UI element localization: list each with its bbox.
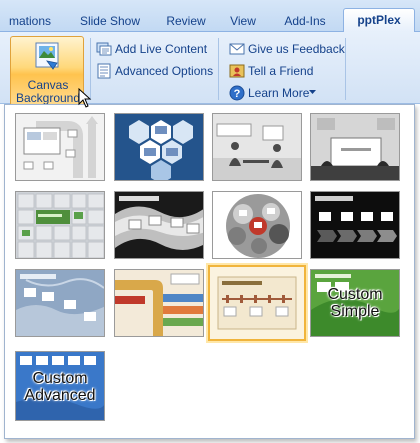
gallery-item-gray-circles[interactable]: [212, 191, 302, 259]
svg-text:?: ?: [234, 88, 241, 100]
custom-advanced-label-2: Advanced: [24, 387, 96, 404]
mouse-cursor-icon: [78, 88, 92, 108]
tab-view[interactable]: View: [222, 10, 264, 32]
gallery-item-blue-hexagons[interactable]: [114, 113, 204, 181]
chevron-down-icon: [309, 90, 316, 94]
group-separator: [345, 38, 346, 100]
tab-slide-show[interactable]: Slide Show: [70, 10, 150, 32]
add-live-content-button[interactable]: Add Live Content: [96, 40, 212, 58]
canvas-background-icon: [35, 42, 59, 70]
help-icon: ?: [229, 85, 245, 101]
tab-pptplex[interactable]: pptPlex: [343, 8, 415, 33]
canvas-background-button[interactable]: Canvas Background: [10, 36, 84, 106]
custom-advanced-label-1: Custom: [32, 370, 88, 387]
ribbon-tab-strip: mations Slide Show Review View Add-Ins p…: [0, 0, 420, 33]
tell-friend-button[interactable]: Tell a Friend: [229, 62, 329, 80]
gallery-item-black-arrows[interactable]: [310, 191, 400, 259]
gallery-item-ribbons[interactable]: [114, 269, 204, 337]
gallery-item-custom-advanced[interactable]: Custom Advanced: [15, 351, 105, 421]
custom-simple-label-2: Simple: [330, 303, 380, 320]
gallery-item-meeting-silhouettes[interactable]: [212, 113, 302, 181]
tab-animations[interactable]: mations: [0, 10, 60, 32]
advanced-options-button[interactable]: Advanced Options: [96, 62, 216, 80]
gallery-item-presentation-screen[interactable]: [310, 113, 400, 181]
tell-friend-icon: [229, 64, 245, 78]
custom-simple-label-1: Custom: [327, 286, 383, 303]
gallery-item-tile-grid[interactable]: [15, 191, 105, 259]
gallery-item-blue-map[interactable]: [15, 269, 105, 337]
learn-more-button[interactable]: ? Learn More: [229, 84, 329, 102]
learn-more-label: Learn More: [248, 86, 310, 100]
feedback-icon: [229, 43, 245, 55]
add-live-content-label: Add Live Content: [115, 42, 208, 56]
tell-friend-label: Tell a Friend: [248, 64, 314, 78]
gallery-item-gray-waves[interactable]: [114, 191, 204, 259]
gallery-item-flow-arrows[interactable]: [15, 113, 105, 181]
gallery-item-custom-simple[interactable]: Custom Simple: [310, 269, 400, 337]
give-feedback-label: Give us Feedback: [248, 42, 345, 56]
live-content-icon: [96, 42, 112, 56]
tab-add-ins[interactable]: Add-Ins: [276, 10, 334, 32]
canvas-background-gallery: Custom Simple Custom Advanced: [4, 104, 415, 439]
group-separator: [218, 38, 219, 100]
give-feedback-button[interactable]: Give us Feedback: [229, 40, 345, 58]
gallery-item-timeline[interactable]: [208, 265, 306, 341]
tab-review[interactable]: Review: [158, 10, 214, 32]
advanced-options-label: Advanced Options: [115, 64, 214, 78]
advanced-options-icon: [97, 63, 111, 79]
